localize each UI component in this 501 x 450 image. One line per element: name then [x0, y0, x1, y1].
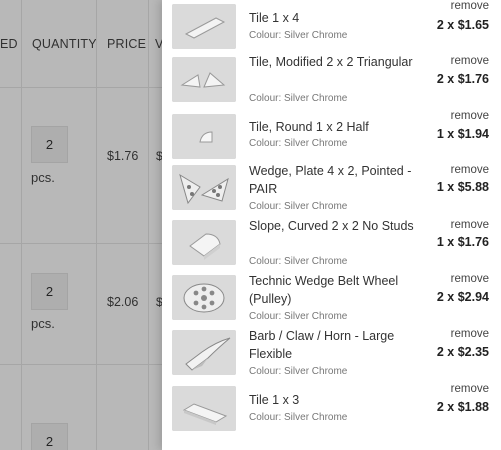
item-name[interactable]: Barb / Claw / Horn - Large Flexible	[249, 327, 419, 363]
item-colour: Colour: Silver Chrome	[249, 311, 348, 322]
item-qty-price: 2 x $2.35	[436, 345, 489, 359]
item-qty-price: 2 x $1.65	[436, 18, 489, 32]
item-name[interactable]: Tile 1 x 3	[249, 391, 419, 409]
cart-item: Wedge, Plate 4 x 2, Pointed - PAIR Colou…	[162, 164, 501, 219]
cart-item: Barb / Claw / Horn - Large Flexible Colo…	[162, 328, 501, 383]
remove-button[interactable]: remove	[451, 273, 489, 285]
remove-button[interactable]: remove	[451, 55, 489, 67]
item-qty-price: 1 x $1.76	[436, 235, 489, 249]
item-qty-price: 2 x $1.88	[436, 400, 489, 414]
cart-item: Tile 1 x 4 Colour: Silver Chrome remove …	[162, 0, 501, 55]
item-name[interactable]: Wedge, Plate 4 x 2, Pointed - PAIR	[249, 162, 419, 198]
tile-round-half-icon	[172, 114, 236, 159]
cart-item: Technic Wedge Belt Wheel (Pulley) Colour…	[162, 273, 501, 328]
item-qty-price: 2 x $1.76	[436, 72, 489, 86]
tile-triangular-icon	[172, 57, 236, 102]
cart-item: Tile 1 x 3 Colour: Silver Chrome remove …	[162, 383, 501, 438]
item-colour: Colour: Silver Chrome	[249, 256, 348, 267]
cart-panel: Tile 1 x 4 Colour: Silver Chrome remove …	[162, 0, 501, 450]
cart-item: Tile, Modified 2 x 2 Triangular Colour: …	[162, 55, 501, 110]
belt-wheel-icon	[172, 275, 236, 320]
item-colour: Colour: Silver Chrome	[249, 30, 348, 41]
cart-item: Slope, Curved 2 x 2 No Studs Colour: Sil…	[162, 219, 501, 274]
wedge-plate-pair-icon	[172, 165, 236, 210]
item-name[interactable]: Tile, Round 1 x 2 Half	[249, 118, 419, 136]
item-name[interactable]: Tile 1 x 4	[249, 9, 419, 27]
item-colour: Colour: Silver Chrome	[249, 412, 348, 423]
remove-button[interactable]: remove	[451, 110, 489, 122]
item-name[interactable]: Technic Wedge Belt Wheel (Pulley)	[249, 272, 419, 308]
item-name[interactable]: Slope, Curved 2 x 2 No Studs	[249, 217, 419, 235]
item-qty-price: 1 x $5.88	[436, 180, 489, 194]
item-colour: Colour: Silver Chrome	[249, 138, 348, 149]
item-colour: Colour: Silver Chrome	[249, 93, 348, 104]
remove-button[interactable]: remove	[451, 0, 489, 12]
barb-claw-horn-icon	[172, 330, 236, 375]
remove-button[interactable]: remove	[451, 383, 489, 395]
tile-1x3-icon	[172, 386, 236, 431]
remove-button[interactable]: remove	[451, 219, 489, 231]
tile-1x4-icon	[172, 4, 236, 49]
remove-button[interactable]: remove	[451, 164, 489, 176]
slope-curved-icon	[172, 220, 236, 265]
item-name[interactable]: Tile, Modified 2 x 2 Triangular	[249, 53, 419, 71]
item-colour: Colour: Silver Chrome	[249, 201, 348, 212]
item-colour: Colour: Silver Chrome	[249, 366, 348, 377]
item-qty-price: 1 x $1.94	[436, 127, 489, 141]
item-qty-price: 2 x $2.94	[436, 290, 489, 304]
cart-item: Tile, Round 1 x 2 Half Colour: Silver Ch…	[162, 110, 501, 165]
remove-button[interactable]: remove	[451, 328, 489, 340]
